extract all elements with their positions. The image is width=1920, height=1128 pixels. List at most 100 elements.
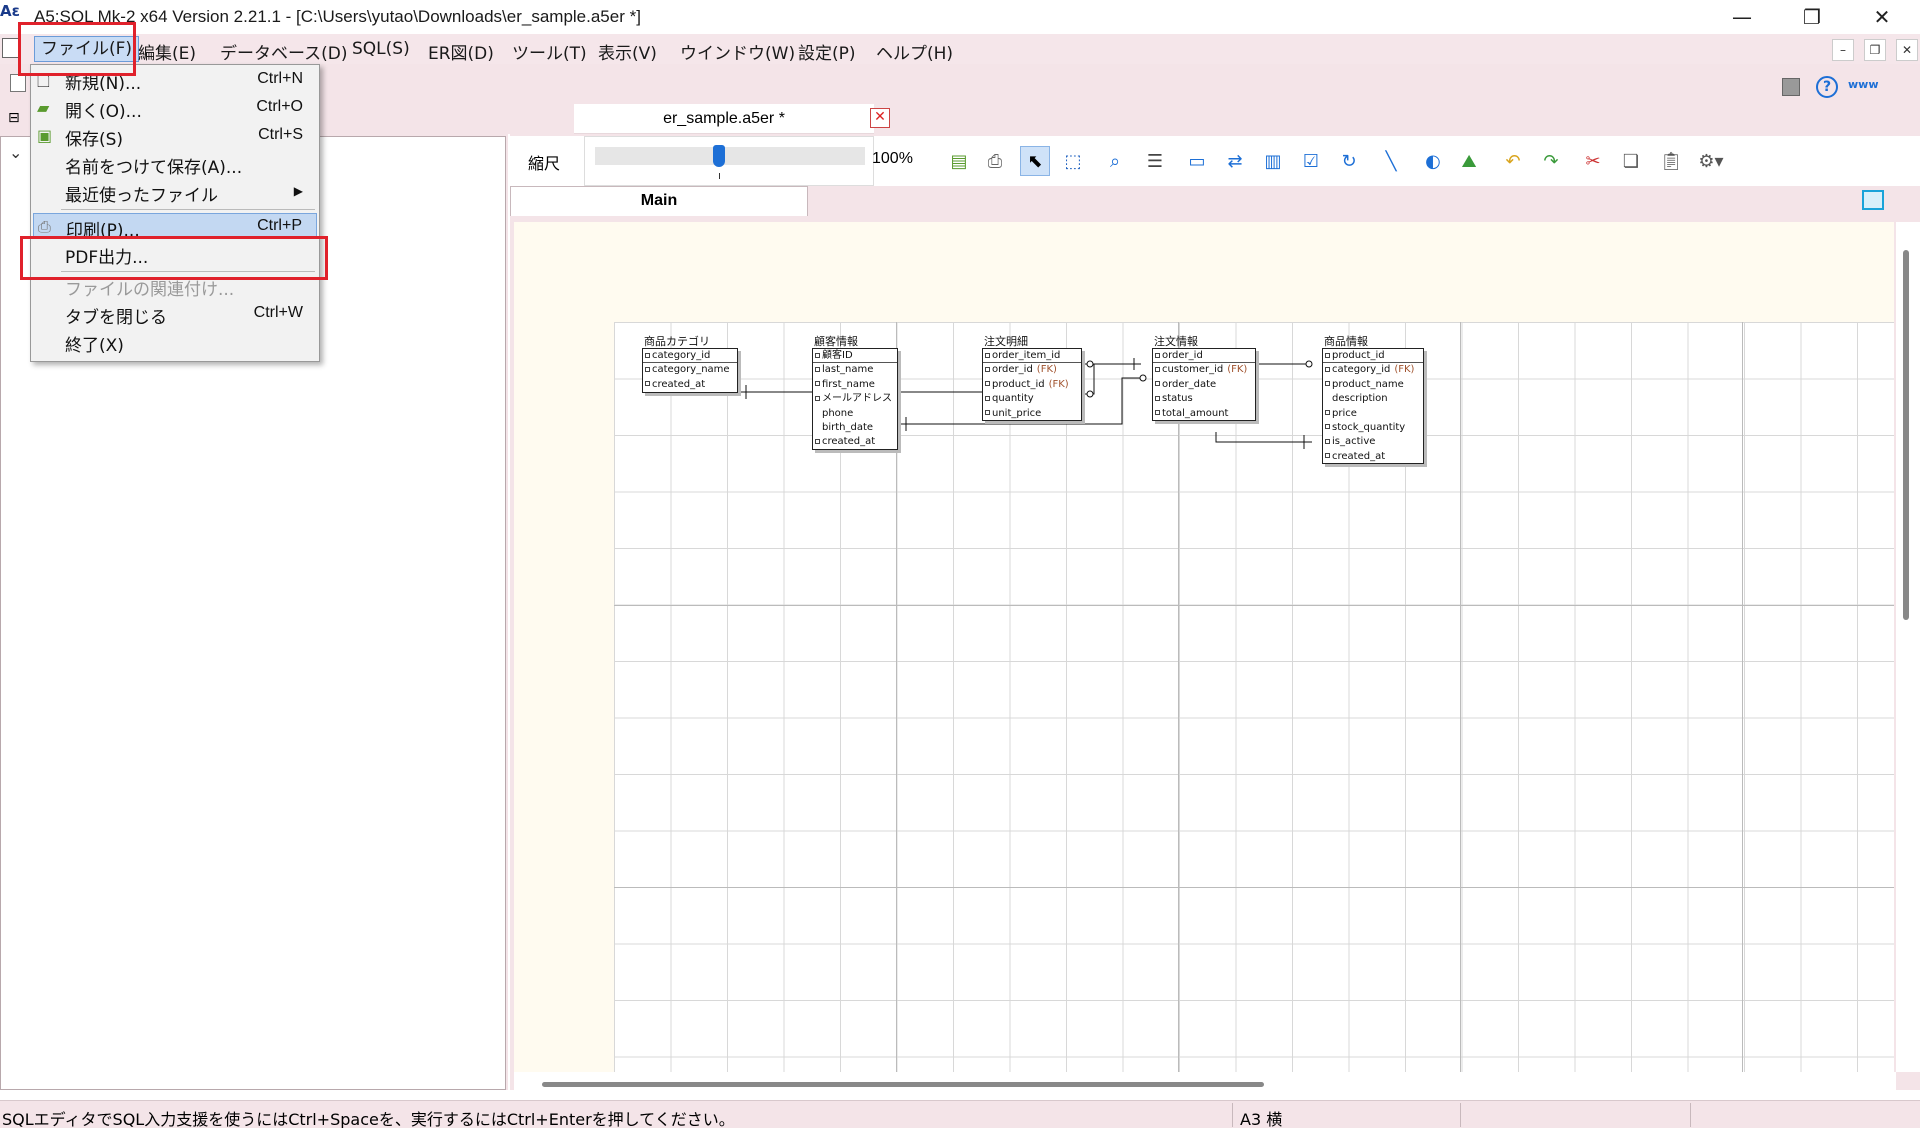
menu-edit[interactable]: 編集(E) [138, 39, 196, 64]
entity-title: 顧客情報 [814, 335, 858, 348]
entity-title: 注文明細 [984, 335, 1028, 348]
tree-view-icon[interactable]: ⊟ [8, 110, 20, 126]
menu-item-exit[interactable]: 終了(X) [33, 329, 317, 356]
save-icon: ▣ [37, 126, 53, 145]
menu-settings[interactable]: 設定(P) [798, 39, 856, 64]
menu-item-recent-files[interactable]: 最近使ったファイル ▶ [33, 179, 317, 206]
attribute-row: unit_price [983, 407, 1081, 421]
undo-icon[interactable]: ↶ [1498, 146, 1528, 176]
mdi-minimize-button[interactable]: – [1832, 39, 1854, 61]
attribute-row: total_amount [1153, 407, 1255, 421]
open-er-icon[interactable]: ▤ [944, 146, 974, 176]
status-divider [1460, 1103, 1461, 1127]
attribute-row: status [1153, 392, 1255, 406]
restore-button[interactable]: ❐ [1782, 0, 1842, 34]
comment-icon[interactable]: ☑ [1296, 146, 1326, 176]
minimize-button[interactable]: — [1712, 0, 1772, 34]
document-tab[interactable]: er_sample.a5er * [574, 104, 874, 134]
paste-icon[interactable]: 📋︎ [1656, 146, 1686, 176]
menu-item-shortcut: Ctrl+N [257, 70, 303, 87]
zoom-slider-thumb[interactable] [713, 145, 725, 167]
sheet-list-icon[interactable] [1862, 190, 1884, 210]
cut-icon[interactable]: ✂ [1578, 146, 1608, 176]
title-bar: Aε A5:SQL Mk-2 x64 Version 2.21.1 - [C:\… [0, 0, 1920, 34]
menu-item-label: 最近使ったファイル [65, 186, 218, 206]
menu-database[interactable]: データベース(D) [220, 39, 348, 64]
entity-title: 商品情報 [1324, 335, 1368, 348]
attribute-row: 顧客ID [813, 349, 897, 364]
web-icon[interactable]: www [1848, 78, 1879, 91]
attribute-row: product_id (FK) [983, 378, 1081, 392]
attribute-row: product_name [1323, 378, 1423, 392]
menu-item-save[interactable]: ▣ 保存(S) Ctrl+S [33, 123, 317, 150]
menu-item-label: タブを閉じる [65, 308, 167, 328]
copy-icon[interactable]: ❏ [1616, 146, 1646, 176]
horizontal-scrollbar[interactable] [514, 1072, 1896, 1092]
menu-view[interactable]: 表示(V) [598, 39, 657, 64]
print-icon[interactable]: ⎙ [980, 146, 1010, 176]
redo-icon[interactable]: ↷ [1536, 146, 1566, 176]
attribute-row: メールアドレス [813, 392, 897, 406]
vertical-scrollbar[interactable] [1896, 222, 1920, 1072]
menu-sql[interactable]: SQL(S) [352, 39, 410, 59]
attribute-row: description [1332, 393, 1388, 405]
text-list-icon[interactable]: ☰ [1140, 146, 1170, 176]
horizontal-scrollbar-thumb[interactable] [542, 1082, 1264, 1087]
menu-item-label: 終了(X) [65, 336, 124, 356]
zoom-value: 100% [872, 150, 913, 167]
chevron-down-icon[interactable]: ⌄ [9, 143, 22, 162]
self-relation-icon[interactable]: ↻ [1334, 146, 1364, 176]
close-button[interactable]: ✕ [1852, 0, 1912, 34]
menu-item-open[interactable]: ▰ 開く(O)... Ctrl+O [33, 95, 317, 122]
close-tab-icon[interactable]: ✕ [870, 108, 890, 128]
entity-customer[interactable]: 顧客ID last_name first_name メールアドレス phone … [812, 348, 898, 450]
line-tool-icon[interactable]: ╲ [1376, 146, 1406, 176]
highlight-file-menu [18, 22, 136, 76]
menu-item-label: 保存(S) [65, 130, 124, 150]
zoom-search-icon[interactable]: ⌕ [1100, 146, 1130, 176]
view-icon[interactable]: ▥ [1258, 146, 1288, 176]
entity-order-detail[interactable]: order_item_id order_id (FK) product_id (FK… [982, 348, 1082, 421]
attribute-row: order_id (FK) [983, 363, 1081, 377]
print-icon: ⎙ [38, 217, 51, 236]
entity-product[interactable]: product_id category_id (FK) product_name … [1322, 348, 1424, 464]
menu-separator [61, 209, 315, 210]
image-tool-icon[interactable]: ⛰ [1454, 146, 1484, 176]
attribute-row: category_name [643, 363, 737, 377]
sheet-tab-main[interactable]: Main [510, 186, 808, 216]
attribute-row: order_date [1153, 378, 1255, 392]
options-dropdown-icon[interactable]: ⚙▾ [1696, 146, 1726, 176]
db-object-icon[interactable] [1782, 78, 1800, 96]
er-diagram-canvas[interactable]: 商品カテゴリ category_id category_name created… [514, 222, 1894, 1072]
help-icon[interactable]: ? [1816, 76, 1838, 98]
entity-order[interactable]: order_id customer_id (FK) order_date stat… [1152, 348, 1256, 421]
menu-item-save-as[interactable]: 名前をつけて保存(A)... [33, 151, 317, 178]
pointer-tool-icon[interactable]: ⬉ [1020, 146, 1050, 176]
menu-window[interactable]: ウインドウ(W) [680, 39, 795, 64]
menu-help[interactable]: ヘルプ(H) [876, 39, 953, 64]
relation-icon[interactable]: ⇄ [1220, 146, 1250, 176]
er-toolbar: 縮尺 100% ▤ ⎙ ⬉ ⬚ ⌕ ☰ ▭ ⇄ ▥ ☑ ↻ ╲ ◐ ⛰ ↶ ↷ … [510, 136, 1920, 186]
attribute-row: phone [822, 407, 854, 419]
entity-icon[interactable]: ▭ [1182, 146, 1212, 176]
zoom-slider[interactable] [584, 136, 874, 186]
diagram-sheet: 商品カテゴリ category_id category_name created… [614, 322, 1894, 1072]
attribute-row: quantity [983, 392, 1081, 406]
page-divider [614, 887, 1894, 888]
shape-tool-icon[interactable]: ◐ [1418, 146, 1448, 176]
status-divider [1690, 1103, 1691, 1127]
zoom-label: 縮尺 [528, 154, 561, 173]
new-document-icon[interactable] [10, 74, 26, 92]
entity-product-category[interactable]: category_id category_name created_at [642, 348, 738, 393]
attribute-row: birth_date [822, 421, 874, 433]
attribute-row: first_name [813, 378, 897, 392]
menu-item-close-tab[interactable]: タブを閉じる Ctrl+W [33, 301, 317, 328]
mdi-close-button[interactable]: ✕ [1896, 39, 1918, 61]
menu-tools[interactable]: ツール(T) [512, 39, 587, 64]
menu-er-diagram[interactable]: ER図(D) [428, 39, 494, 64]
range-select-icon[interactable]: ⬚ [1058, 146, 1088, 176]
attribute-row: order_id [1153, 349, 1255, 364]
attribute-row: created_at [643, 378, 737, 392]
mdi-restore-button[interactable]: ❐ [1864, 39, 1886, 61]
vertical-scrollbar-thumb[interactable] [1903, 250, 1909, 620]
